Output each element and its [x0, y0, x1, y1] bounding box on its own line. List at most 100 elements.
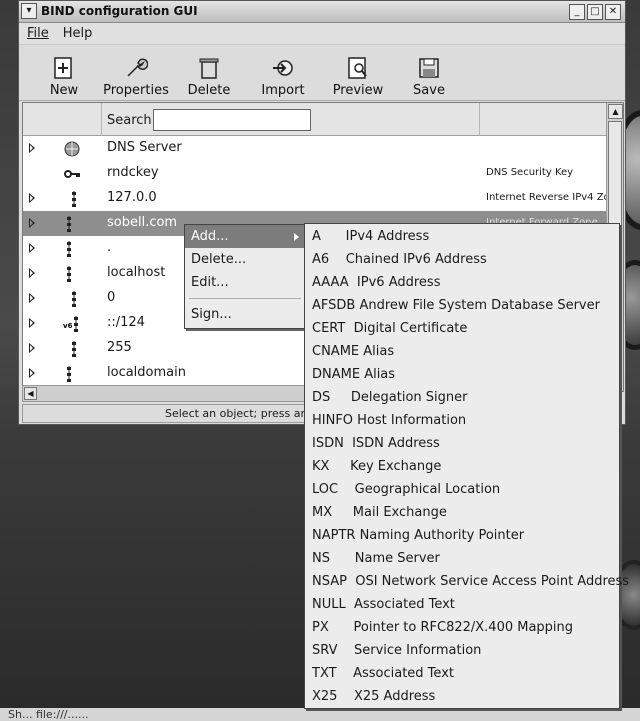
submenu-record-type-item[interactable]: MX Mail Exchange	[305, 501, 619, 524]
row-type: Internet Reverse IPv4 Zone	[486, 192, 607, 203]
expander-triangle-icon[interactable]	[29, 143, 35, 153]
svg-text:v6: v6	[63, 322, 73, 330]
menu-bar: File Help	[19, 23, 625, 45]
submenu-record-type-item[interactable]: AFSDB Andrew File System Database Server	[305, 294, 619, 317]
tree-row[interactable]: rndckey DNS Security Key	[23, 161, 607, 186]
import-button[interactable]: Import	[243, 48, 323, 98]
row-label: localdomain	[107, 365, 186, 380]
toolbar: New Properties Delete Import Preview Sav…	[19, 45, 625, 101]
expander-triangle-icon[interactable]	[29, 268, 35, 278]
save-label: Save	[413, 82, 445, 98]
new-button[interactable]: New	[33, 48, 95, 98]
menu-file[interactable]: File	[27, 26, 49, 41]
row-label: .	[107, 240, 112, 255]
add-label: Add...	[191, 229, 229, 244]
preview-label: Preview	[332, 82, 384, 98]
close-button[interactable]: ✕	[605, 4, 621, 20]
search-input[interactable]	[153, 109, 311, 131]
row-type: DNS Security Key	[486, 167, 574, 178]
preview-icon	[348, 56, 367, 79]
preview-button[interactable]: Preview	[325, 48, 391, 98]
maximize-button[interactable]: □	[587, 4, 603, 20]
expander-triangle-icon[interactable]	[29, 243, 35, 253]
submenu-record-type-item[interactable]: CERT Digital Certificate	[305, 317, 619, 340]
window-menu-button[interactable]: ▾	[21, 3, 37, 19]
expander-triangle-icon[interactable]	[29, 368, 35, 378]
submenu-record-type-item[interactable]: NAPTR Naming Authority Pointer	[305, 524, 619, 547]
submenu-record-type-item[interactable]: SRV Service Information	[305, 639, 619, 662]
delete-label: Delete	[187, 82, 231, 98]
key-icon	[63, 165, 81, 183]
row-label: 0	[107, 290, 116, 305]
reverse-zone-icon	[63, 340, 81, 358]
tree-row[interactable]: DNS Server	[23, 136, 607, 161]
tree-row[interactable]: 127.0.0 Internet Reverse IPv4 Zone	[23, 186, 607, 211]
forward-zone-icon	[63, 365, 81, 383]
expander-triangle-icon[interactable]	[29, 318, 35, 328]
search-label: Search:	[107, 113, 157, 128]
submenu-record-type-item[interactable]: NSAP OSI Network Service Access Point Ad…	[305, 570, 629, 593]
row-label: rndckey	[107, 165, 159, 180]
new-label: New	[49, 82, 79, 98]
context-menu-edit[interactable]: Edit...	[185, 271, 305, 294]
row-label: 255	[107, 340, 132, 355]
scroll-up-arrow-icon[interactable]: ▲	[608, 104, 623, 119]
submenu-record-type-item[interactable]: A IPv4 Address	[305, 225, 619, 248]
list-header: Search:	[23, 103, 623, 136]
menu-help[interactable]: Help	[63, 26, 93, 41]
properties-label: Properties	[103, 82, 169, 98]
context-menu-sign[interactable]: Sign...	[185, 303, 305, 326]
expander-triangle-icon[interactable]	[29, 343, 35, 353]
title-bar[interactable]: ▾ BIND configuration GUI _ □ ✕	[19, 1, 625, 23]
new-icon	[54, 56, 72, 79]
dns-server-icon	[63, 140, 81, 158]
expander-triangle-icon[interactable]	[29, 218, 35, 228]
forward-zone-icon	[63, 215, 81, 233]
import-icon	[273, 59, 293, 76]
menu-separator	[185, 294, 305, 303]
row-label: 127.0.0	[107, 190, 157, 205]
floppy-disk-icon	[419, 57, 439, 78]
submenu-record-type-item[interactable]: DS Delegation Signer	[305, 386, 619, 409]
taskbar-text: Sh... file:///......	[8, 708, 89, 721]
submenu-record-type-item[interactable]: A6 Chained IPv6 Address	[305, 248, 619, 271]
add-record-submenu: A IPv4 Address A6 Chained IPv6 Address AAA…	[304, 223, 629, 709]
submenu-arrow-icon	[294, 233, 299, 241]
properties-button[interactable]: Properties	[97, 48, 175, 98]
column-separator	[101, 103, 102, 136]
forward-zone-icon	[63, 265, 81, 283]
row-label: DNS Server	[107, 140, 182, 155]
submenu-record-type-item[interactable]: X25 X25 Address	[305, 685, 619, 708]
row-label: localhost	[107, 265, 166, 280]
submenu-record-type-item[interactable]: ISDN ISDN Address	[305, 432, 619, 455]
submenu-record-type-item[interactable]: NS Name Server	[305, 547, 619, 570]
submenu-record-type-item[interactable]: KX Key Exchange	[305, 455, 619, 478]
taskbar: Sh... file:///......	[0, 708, 640, 721]
submenu-record-type-item[interactable]: TXT Associated Text	[305, 662, 619, 685]
context-menu-add[interactable]: Add...	[185, 225, 305, 248]
trash-icon	[199, 58, 219, 79]
delete-button[interactable]: Delete	[177, 48, 241, 98]
submenu-record-type-item[interactable]: NULL Associated Text	[305, 593, 619, 616]
submenu-record-type-item[interactable]: PX Pointer to RFC822/X.400 Mapping	[305, 616, 619, 639]
submenu-record-type-item[interactable]: AAAA IPv6 Address	[305, 271, 619, 294]
context-menu: Add... Delete... Edit... Sign...	[184, 224, 306, 329]
submenu-record-type-item[interactable]: LOC Geographical Location	[305, 478, 619, 501]
reverse-zone-icon	[63, 290, 81, 308]
import-label: Import	[261, 82, 305, 98]
wrench-icon	[127, 58, 148, 77]
window-title: BIND configuration GUI	[41, 4, 198, 18]
row-label: ::/124	[107, 315, 145, 330]
context-menu-delete[interactable]: Delete...	[185, 248, 305, 271]
expander-triangle-icon[interactable]	[29, 293, 35, 303]
reverse-zone-icon	[63, 190, 81, 208]
save-button[interactable]: Save	[393, 48, 465, 98]
scroll-left-arrow-icon[interactable]: ◀	[24, 387, 37, 400]
minimize-button[interactable]: _	[569, 4, 585, 20]
horizontal-scrollbar[interactable]: ◀	[22, 385, 310, 402]
submenu-record-type-item[interactable]: CNAME Alias	[305, 340, 619, 363]
submenu-record-type-item[interactable]: DNAME Alias	[305, 363, 619, 386]
expander-triangle-icon[interactable]	[29, 193, 35, 203]
forward-zone-icon	[63, 240, 81, 258]
submenu-record-type-item[interactable]: HINFO Host Information	[305, 409, 619, 432]
